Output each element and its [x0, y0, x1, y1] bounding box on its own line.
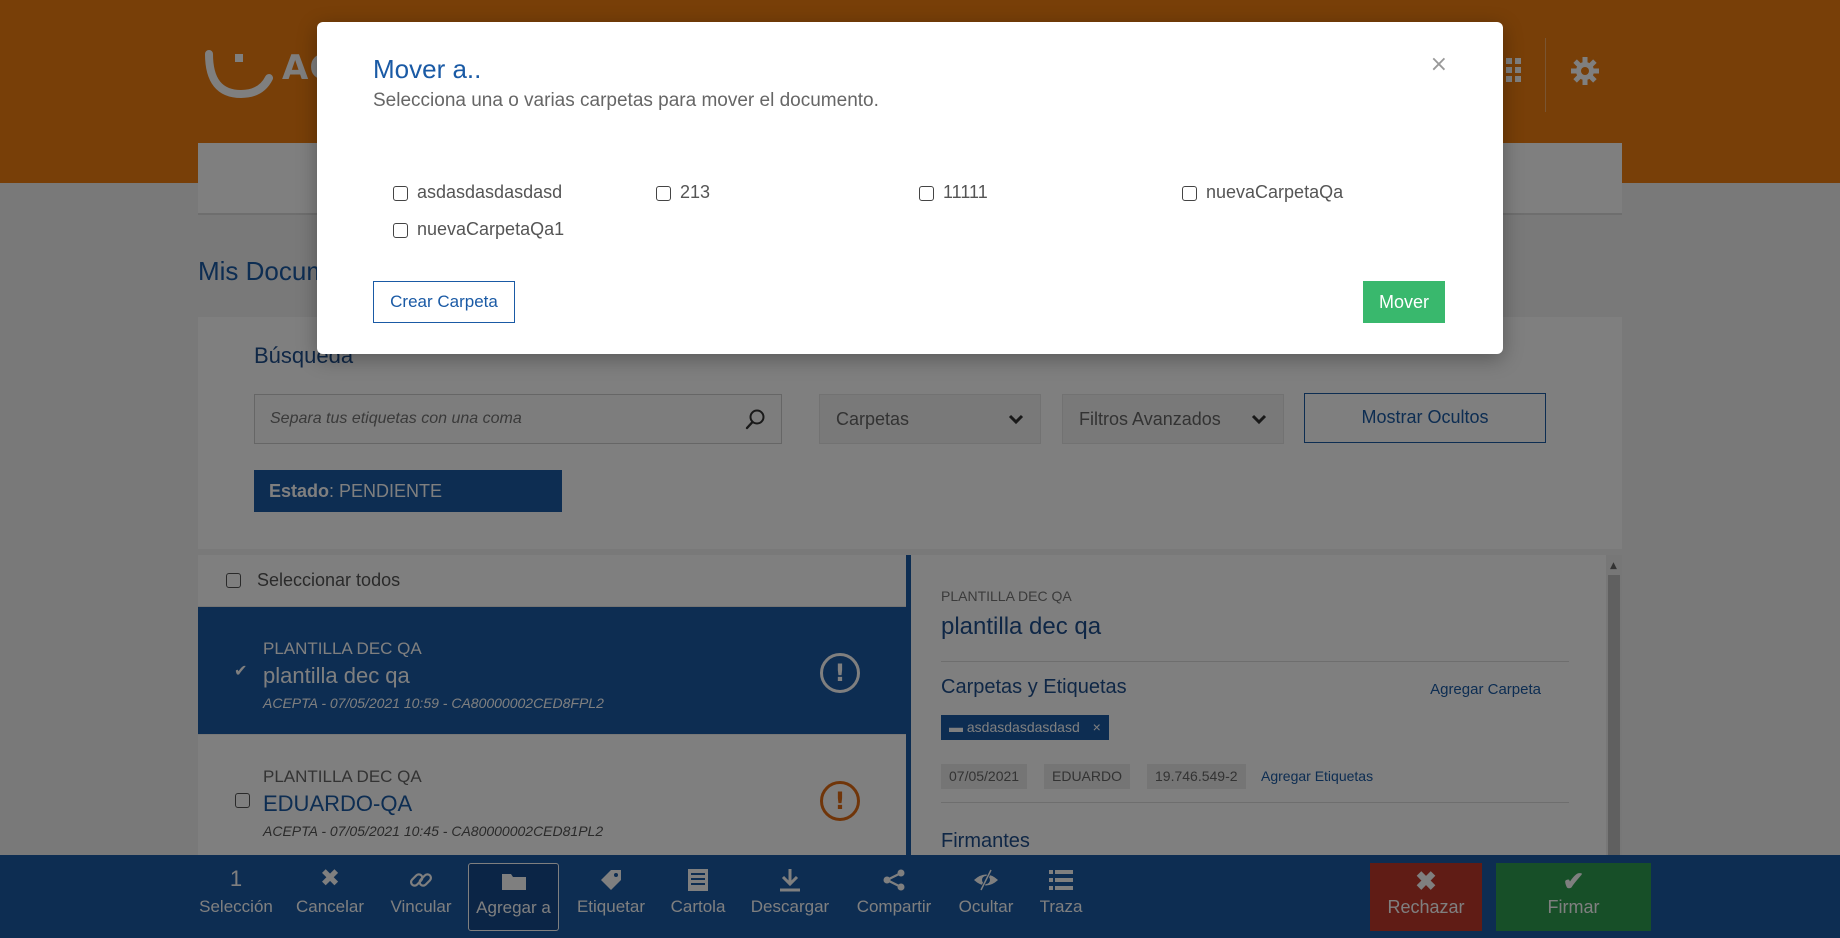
folder-checkbox[interactable] — [919, 186, 934, 201]
move-to-modal: × Mover a.. Selecciona una o varias carp… — [317, 22, 1503, 354]
folder-option-label: 11111 — [943, 182, 988, 202]
folder-checkbox[interactable] — [1182, 186, 1197, 201]
move-button[interactable]: Mover — [1363, 281, 1445, 323]
folder-checkbox[interactable] — [393, 186, 408, 201]
folder-option-label: asdasdasdasdasd — [417, 182, 563, 202]
close-icon[interactable]: × — [1430, 52, 1448, 77]
folder-option-label: 213 — [680, 182, 711, 202]
modal-subtitle: Selecciona una o varias carpetas para mo… — [373, 90, 879, 111]
folder-option-label: nuevaCarpetaQa — [1206, 182, 1344, 202]
modal-title: Mover a.. — [373, 54, 482, 84]
folder-option-label: nuevaCarpetaQa1 — [417, 219, 565, 239]
create-folder-button[interactable]: Crear Carpeta — [373, 281, 515, 323]
folder-checkbox[interactable] — [656, 186, 671, 201]
folder-checkbox[interactable] — [393, 223, 408, 238]
